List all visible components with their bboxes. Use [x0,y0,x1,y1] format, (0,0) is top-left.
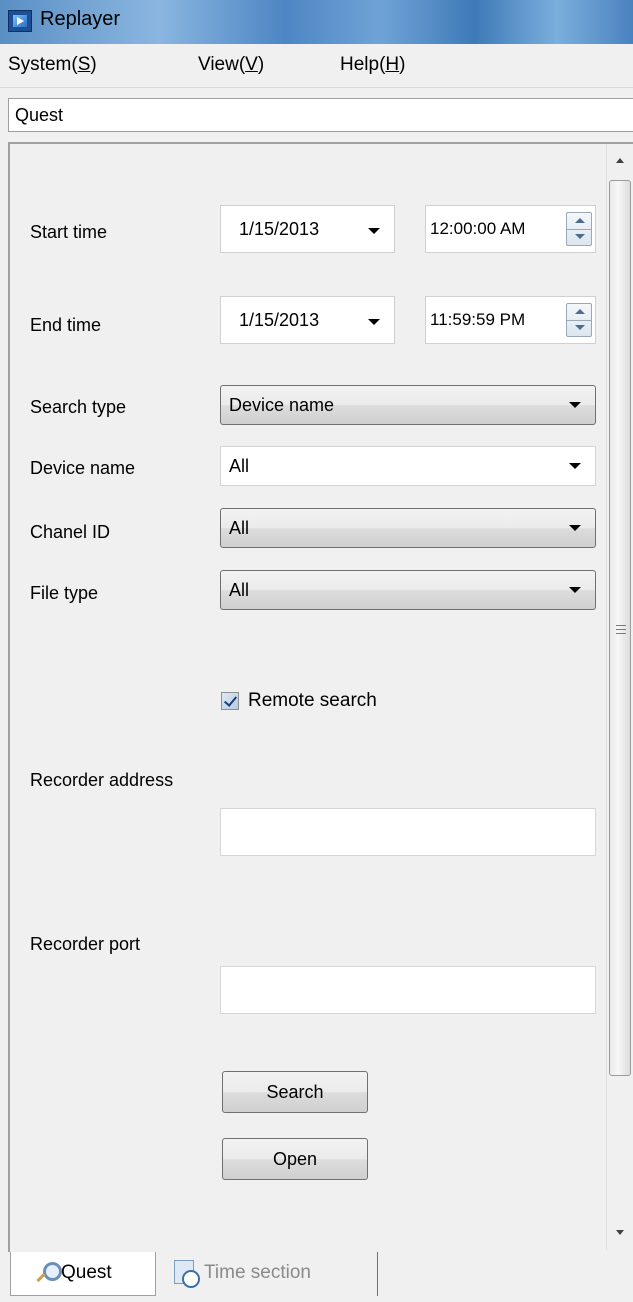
menu-view[interactable]: View(V) [198,54,264,76]
search-type-select[interactable]: Device name [220,385,596,425]
channel-id-select[interactable]: All [220,508,596,548]
menu-bar: System(S) View(V) Help(H) [0,44,633,88]
play-media-icon [8,10,32,32]
search-type-label: Search type [30,397,127,417]
dropdown-arrow-icon[interactable] [368,319,380,325]
device-name-label: Device name [30,458,136,478]
recorder-address-input[interactable] [220,808,596,856]
remote-search-label[interactable]: Remote search [248,690,377,712]
recorder-port-input[interactable] [220,966,596,1014]
channel-id-value: All [229,518,250,538]
end-time-label: End time [30,315,102,335]
vertical-scrollbar[interactable] [606,144,633,1250]
dropdown-arrow-icon[interactable] [569,402,581,408]
grip-icon [616,625,626,635]
device-name-value: All [229,456,250,476]
menu-help[interactable]: Help(H) [340,54,405,76]
scroll-up-arrow-icon[interactable] [607,144,633,176]
start-date-picker[interactable]: 1/15/2013 [220,205,395,253]
scroll-down-arrow-icon[interactable] [607,1218,633,1250]
start-time-value: 12:00:00 AM [430,219,526,238]
clock-icon [172,1258,200,1288]
file-type-value: All [229,580,250,600]
channel-id-label: Chanel ID [30,522,111,542]
end-date-value: 1/15/2013 [239,310,320,330]
spin-down-icon[interactable] [575,234,585,239]
start-time-label: Start time [30,222,108,242]
pane-header: Quest [8,98,633,132]
dropdown-arrow-icon[interactable] [569,587,581,593]
dropdown-arrow-icon[interactable] [569,525,581,531]
file-type-select[interactable]: All [220,570,596,610]
file-type-label: File type [30,583,99,603]
spin-down-icon[interactable] [575,325,585,330]
end-time-value: 11:59:59 PM [430,310,526,329]
start-date-value: 1/15/2013 [239,219,320,239]
window-title: Replayer [40,8,121,30]
end-time-picker[interactable]: 11:59:59 PM [425,296,596,344]
start-time-spinner[interactable] [566,212,592,246]
menu-system[interactable]: System(S) [8,54,97,76]
open-button[interactable]: Open [222,1138,368,1180]
end-date-picker[interactable]: 1/15/2013 [220,296,395,344]
recorder-port-label: Recorder port [30,934,141,954]
pane-title: Quest [15,105,64,125]
tab-time-section[interactable]: Time section [158,1252,378,1296]
tab-time-section-label: Time section [204,1262,311,1283]
tab-quest-label: Quest [61,1262,112,1283]
spin-up-icon[interactable] [575,218,585,223]
tab-quest[interactable]: Quest [10,1252,156,1296]
search-type-value: Device name [229,395,335,415]
remote-search-checkbox[interactable] [221,692,239,710]
scroll-thumb[interactable] [609,180,631,1076]
end-time-spinner[interactable] [566,303,592,337]
dropdown-arrow-icon[interactable] [569,463,581,469]
device-name-select[interactable]: All [220,446,596,486]
recorder-address-label: Recorder address [30,770,174,790]
tab-bar: Quest Time section [0,1252,633,1302]
spin-up-icon[interactable] [575,309,585,314]
dropdown-arrow-icon[interactable] [368,228,380,234]
start-time-picker[interactable]: 12:00:00 AM [425,205,596,253]
magnifier-icon [33,1260,62,1288]
search-button[interactable]: Search [222,1071,368,1113]
title-bar: Replayer [0,0,633,44]
